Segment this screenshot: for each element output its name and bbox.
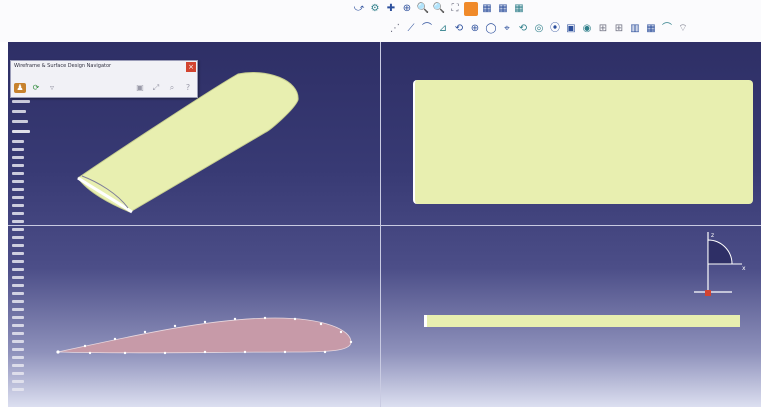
analysis-icon[interactable]: ⌒ [660,22,674,36]
tree-item[interactable] [12,284,24,287]
tree-item[interactable] [12,356,24,359]
compass-quadrant [707,239,733,265]
join-icon[interactable]: ◉ [580,22,594,36]
pattern-icon[interactable]: ▦ [644,22,658,36]
point-icon[interactable]: ⋰ [388,22,402,36]
settings-icon[interactable]: ⚙ [368,2,382,16]
tree-item[interactable] [12,188,24,191]
tree-item[interactable] [12,300,24,303]
layer-icon[interactable]: ▦ [512,2,526,16]
tree-item[interactable] [12,332,24,335]
line-icon[interactable]: ⟋ [404,22,418,36]
toolbar-area: ⤻ ⚙ ✚ ⊕ 🔍 🔍 ⛶ ▦ ▦ ▦ ⋰ ⟋ ⌒ ⊿ ⟲ ⊕ ◯ ⌖ ⟲ ◎ … [0,0,761,42]
curve-icon[interactable]: ⌒ [420,22,434,36]
tree-item[interactable] [12,204,24,207]
compass-origin [705,290,711,296]
user-icon[interactable]: ♟ [14,83,26,93]
tree-item[interactable] [12,220,24,223]
wing-isometric-view[interactable] [70,70,310,215]
trim-icon[interactable]: ⊞ [612,22,626,36]
tree-item[interactable] [12,212,24,215]
airfoil-profile-view[interactable] [55,310,355,360]
airfoil-shape[interactable] [57,317,352,354]
axis-label-x: x [742,265,746,272]
rotate-icon[interactable]: ⊕ [400,2,414,16]
tree-item[interactable] [12,156,24,159]
toolbar-row-bottom: ⋰ ⟋ ⌒ ⊿ ⟲ ⊕ ◯ ⌖ ⟲ ◎ ⦿ ▣ ◉ ⊞ ⊞ ▥ ▦ ⌒ ⌔ [388,22,690,36]
tree-item[interactable] [12,260,24,263]
tree-item[interactable] [12,268,24,271]
fill-icon[interactable]: ◎ [532,22,546,36]
circle-icon[interactable]: ◯ [484,22,498,36]
tree-item[interactable] [12,324,24,327]
extrude-icon[interactable]: ⊕ [468,22,482,36]
tree-item[interactable] [12,110,26,113]
view-icon[interactable]: ⤻ [352,2,366,16]
spline-icon[interactable]: ⟲ [452,22,466,36]
tree-item[interactable] [12,148,24,151]
tree-item[interactable] [12,130,30,133]
compass-axis[interactable]: z x [690,228,750,303]
plane-icon[interactable]: ⊿ [436,22,450,36]
measure-icon[interactable]: ⌔ [676,22,690,36]
render-style-icon[interactable]: ▦ [496,2,510,16]
tree-item[interactable] [12,380,24,383]
tree-item[interactable] [12,276,24,279]
blend-icon[interactable]: ▣ [564,22,578,36]
tree-item[interactable] [12,140,24,143]
tree-item[interactable] [12,308,24,311]
tree-item[interactable] [12,388,24,391]
tree-item[interactable] [12,100,30,103]
navigator-title: Wireframe & Surface Design Navigator [14,63,112,69]
revolve-icon[interactable]: ⌖ [500,22,514,36]
multi-view-icon[interactable]: ▦ [480,2,494,16]
tree-item[interactable] [12,316,24,319]
fit-all-icon[interactable]: ⛶ [448,2,462,16]
tree-item[interactable] [12,236,24,239]
offset-icon[interactable]: ▥ [628,22,642,36]
split-icon[interactable]: ⊞ [596,22,610,36]
tree-item[interactable] [12,348,24,351]
tree-item[interactable] [12,244,24,247]
zoom-in-icon[interactable]: 🔍 [416,2,430,16]
tree-item[interactable] [12,364,24,367]
tree-item[interactable] [12,252,24,255]
loft-icon[interactable]: ⦿ [548,22,562,36]
refresh-icon[interactable]: ⟳ [30,83,42,93]
tree-item[interactable] [12,372,24,375]
toolbar-row-top: ⤻ ⚙ ✚ ⊕ 🔍 🔍 ⛶ ▦ ▦ ▦ [352,2,526,16]
wing-side-view[interactable] [424,315,740,327]
tree-item[interactable] [12,228,24,231]
zoom-out-icon[interactable]: 🔍 [432,2,446,16]
pan-icon[interactable]: ✚ [384,2,398,16]
tree-item[interactable] [12,292,24,295]
wing-planform-view[interactable] [413,80,753,204]
tree-item[interactable] [12,172,24,175]
tree-item[interactable] [12,120,28,123]
tree-item[interactable] [12,340,24,343]
specification-tree[interactable] [8,100,40,400]
shading-icon[interactable] [464,2,478,16]
sweep-icon[interactable]: ⟲ [516,22,530,36]
view-divider-horizontal[interactable] [8,225,761,226]
tree-item[interactable] [12,180,24,183]
tree-item[interactable] [12,196,24,199]
axis-label-z: z [711,232,714,239]
tree-item[interactable] [12,164,24,167]
filter-icon[interactable]: ▿ [46,83,58,93]
